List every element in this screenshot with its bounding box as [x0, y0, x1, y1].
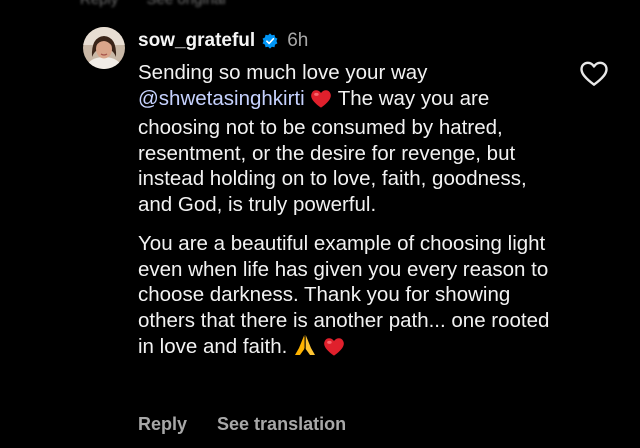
comment: sow_grateful 6h Sending so much love you… [0, 0, 640, 448]
like-heart-icon[interactable] [579, 59, 609, 89]
comment-text: The way you [337, 86, 454, 110]
comment-paragraph-2: You are a beautiful example of choosing … [138, 231, 563, 364]
folded-hands-icon [293, 333, 317, 364]
comment-header: sow_grateful 6h [138, 28, 308, 54]
see-translation-button[interactable]: See translation [217, 414, 346, 440]
verified-badge-icon [261, 32, 279, 50]
mention-link[interactable]: @shwetasinghkirti [138, 87, 305, 110]
red-heart-icon [323, 336, 345, 364]
timestamp: 6h [287, 30, 309, 51]
reply-button[interactable]: Reply [138, 414, 187, 440]
comment-text: Sending so much love your way [138, 61, 428, 84]
avatar[interactable] [83, 27, 125, 69]
comment-actions: Reply See translation [138, 414, 346, 440]
username[interactable]: sow_grateful [138, 30, 255, 52]
avatar-image [83, 27, 125, 69]
comment-paragraph-1: Sending so much love your way @shwetasin… [138, 60, 563, 217]
comment-body: Sending so much love your way @shwetasin… [138, 60, 563, 364]
red-heart-icon [310, 88, 332, 116]
